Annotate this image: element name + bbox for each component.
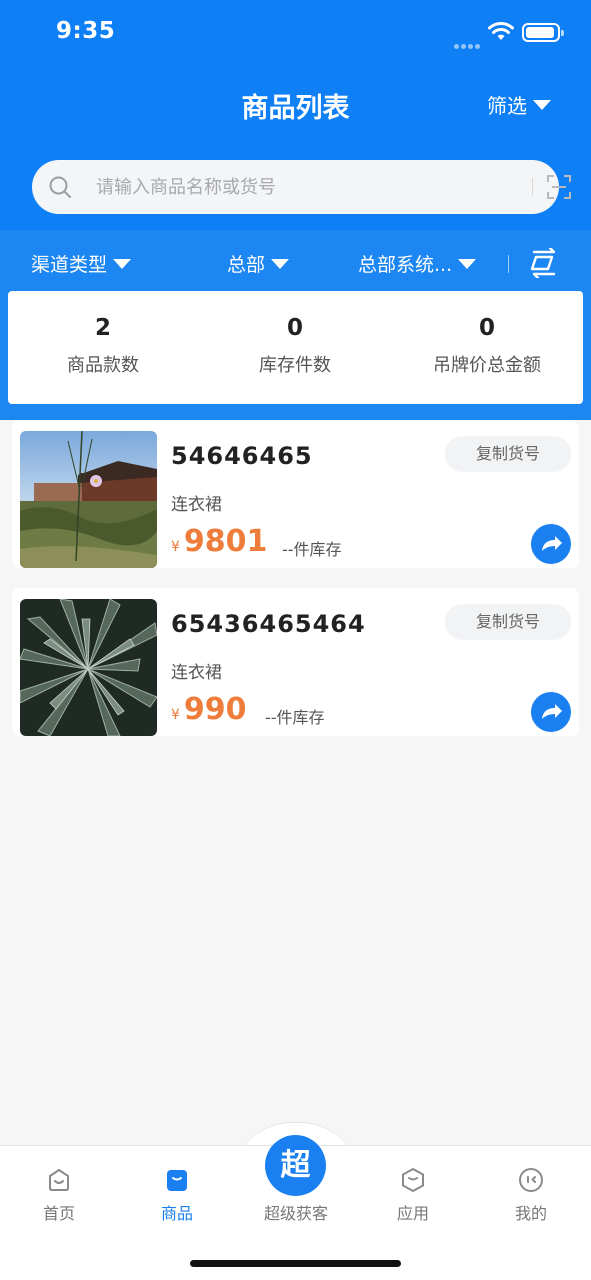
tab-products[interactable]: 商品 [137, 1166, 217, 1224]
stat-value: 0 [286, 315, 303, 341]
price-amount: 9801 [183, 524, 268, 559]
battery-icon [522, 23, 564, 42]
stat-tag-price-total: 0 吊牌价总金额 [392, 315, 582, 377]
stat-label: 商品款数 [67, 355, 139, 376]
tab-label: 我的 [514, 1204, 547, 1223]
home-indicator [190, 1260, 401, 1267]
channel-type-dropdown[interactable]: 渠道类型 [31, 250, 132, 277]
copy-code-button[interactable]: 复制货号 [445, 436, 571, 472]
product-price: ¥ 990 [171, 692, 247, 727]
price-amount: 990 [183, 692, 247, 727]
stats-panel: 2 商品款数 0 库存件数 0 吊牌价总金额 [8, 291, 583, 404]
tab-home[interactable]: 首页 [19, 1166, 99, 1224]
stat-value: 0 [478, 315, 495, 341]
caret-down-icon [271, 258, 290, 269]
status-bar: 9:35 [0, 0, 591, 66]
headquarters-label: 总部 [227, 254, 266, 276]
super-acquire-button[interactable]: 超 [265, 1135, 326, 1196]
home-icon [49, 1169, 69, 1191]
filter-divider [508, 255, 509, 273]
filter-label: 筛选 [487, 94, 527, 118]
search-divider [532, 178, 533, 196]
stat-stock-count: 0 库存件数 [200, 315, 390, 377]
share-button[interactable] [531, 524, 571, 564]
tab-label-super-acquire: 超级获客 [263, 1204, 328, 1223]
signal-icon [454, 34, 484, 49]
tab-label: 商品 [160, 1204, 193, 1223]
share-icon [542, 704, 562, 719]
caret-down-icon [533, 99, 551, 110]
product-category: 连衣裙 [171, 663, 222, 683]
hq-system-dropdown[interactable]: 总部系统... [358, 250, 477, 277]
product-card[interactable]: 65436465464 复制货号 连衣裙 ¥ 990 --件库存 [12, 588, 579, 736]
products-icon [167, 1170, 187, 1191]
hq-system-label: 总部系统... [358, 254, 453, 276]
stat-value: 2 [94, 315, 111, 341]
filter-bar: 渠道类型 总部 总部系统... [0, 240, 591, 284]
apps-icon [402, 1168, 424, 1192]
currency-symbol: ¥ [171, 707, 180, 723]
switch-icon[interactable] [528, 248, 560, 278]
caret-down-icon [113, 258, 132, 269]
search-input[interactable] [96, 170, 506, 204]
product-price: ¥ 9801 [171, 524, 267, 559]
stat-product-styles: 2 商品款数 [8, 315, 198, 377]
channel-type-label: 渠道类型 [31, 254, 108, 276]
product-image-succulent [20, 599, 157, 736]
currency-symbol: ¥ [171, 539, 180, 555]
product-category: 连衣裙 [171, 495, 222, 515]
tab-label: 应用 [396, 1204, 429, 1223]
stat-label: 库存件数 [259, 355, 331, 376]
product-image-garden-flower [20, 431, 157, 568]
tab-label: 首页 [42, 1204, 75, 1223]
filter-button[interactable]: 筛选 [487, 90, 551, 119]
product-stock: --件库存 [265, 708, 325, 727]
wifi-icon [488, 22, 514, 40]
search-icon [49, 176, 71, 198]
product-code: 65436465464 [171, 610, 366, 638]
product-card[interactable]: 54646465 复制货号 连衣裙 ¥ 9801 --件库存 [12, 420, 579, 568]
search-bar [32, 160, 571, 214]
product-stock: --件库存 [282, 540, 342, 559]
product-code: 54646465 [171, 442, 313, 470]
caret-down-icon [458, 258, 477, 269]
tab-mine[interactable]: 我的 [491, 1166, 571, 1224]
scan-icon[interactable] [546, 174, 572, 200]
share-icon [542, 536, 562, 551]
stat-label: 吊牌价总金额 [433, 355, 541, 376]
share-button[interactable] [531, 692, 571, 732]
headquarters-dropdown[interactable]: 总部 [227, 250, 290, 277]
tab-apps[interactable]: 应用 [373, 1166, 453, 1224]
copy-code-button[interactable]: 复制货号 [445, 604, 571, 640]
profile-icon [519, 1168, 543, 1192]
status-time: 9:35 [56, 18, 116, 44]
